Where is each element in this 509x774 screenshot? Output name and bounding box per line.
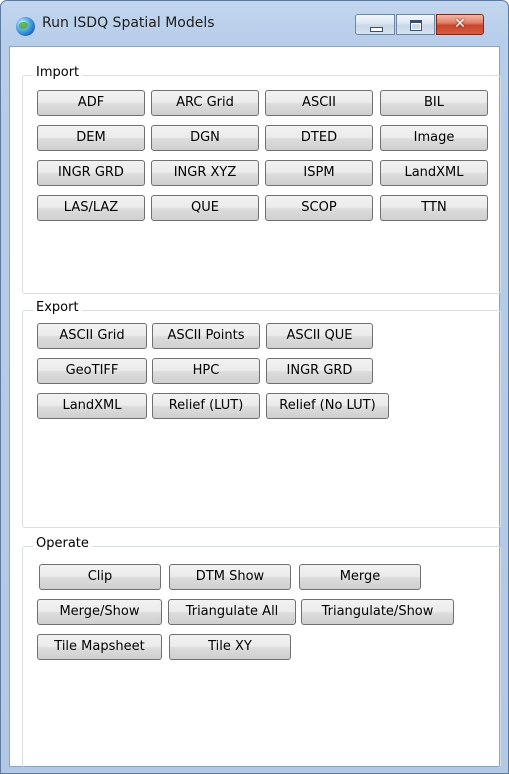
import-dgn-button[interactable]: DGN xyxy=(151,125,259,151)
import-image-button[interactable]: Image xyxy=(380,125,488,151)
import-ispm-button[interactable]: ISPM xyxy=(265,160,373,186)
title-bar[interactable]: Run ISDQ Spatial Models ✕ xyxy=(1,1,508,46)
import-dted-button[interactable]: DTED xyxy=(265,125,373,151)
import-las-laz-button[interactable]: LAS/LAZ xyxy=(37,195,145,221)
import-ascii-button[interactable]: ASCII xyxy=(265,90,373,116)
import-group: Import ADF ARC Grid ASCII BIL DEM DGN DT… xyxy=(22,65,501,294)
export-ascii-grid-button[interactable]: ASCII Grid xyxy=(37,323,147,349)
operate-tile-mapsheet-button[interactable]: Tile Mapsheet xyxy=(37,634,162,660)
main-window: Run ISDQ Spatial Models ✕ Import ADF ARC… xyxy=(0,0,509,774)
export-geotiff-button[interactable]: GeoTIFF xyxy=(37,358,147,384)
operate-merge-show-button[interactable]: Merge/Show xyxy=(37,599,162,625)
operate-group-label: Operate xyxy=(33,536,92,551)
export-ascii-que-button[interactable]: ASCII QUE xyxy=(266,323,373,349)
import-dem-button[interactable]: DEM xyxy=(37,125,145,151)
import-group-label: Import xyxy=(33,65,83,80)
import-que-button[interactable]: QUE xyxy=(151,195,259,221)
operate-tile-xy-button[interactable]: Tile XY xyxy=(169,634,291,660)
import-scop-button[interactable]: SCOP xyxy=(265,195,373,221)
export-group: Export ASCII Grid ASCII Points ASCII QUE… xyxy=(22,300,501,528)
export-ascii-points-button[interactable]: ASCII Points xyxy=(152,323,260,349)
export-group-label: Export xyxy=(33,300,82,315)
import-bil-button[interactable]: BIL xyxy=(380,90,488,116)
minimize-icon xyxy=(370,27,383,32)
import-arc-grid-button[interactable]: ARC Grid xyxy=(151,90,259,116)
import-adf-button[interactable]: ADF xyxy=(37,90,145,116)
operate-group: Operate Clip DTM Show Merge Merge/Show T… xyxy=(22,536,501,768)
client-area: Import ADF ARC Grid ASCII BIL DEM DGN DT… xyxy=(9,46,501,768)
operate-merge-button[interactable]: Merge xyxy=(299,564,421,590)
export-ingr-grd-button[interactable]: INGR GRD xyxy=(266,358,373,384)
export-relief-no-lut-button[interactable]: Relief (No LUT) xyxy=(266,393,389,419)
import-landxml-button[interactable]: LandXML xyxy=(380,160,488,186)
close-button[interactable]: ✕ xyxy=(436,14,484,35)
export-relief-lut-button[interactable]: Relief (LUT) xyxy=(152,393,260,419)
operate-dtm-show-button[interactable]: DTM Show xyxy=(169,564,291,590)
export-hpc-button[interactable]: HPC xyxy=(152,358,260,384)
close-icon: ✕ xyxy=(454,16,466,32)
window-title: Run ISDQ Spatial Models xyxy=(42,15,215,31)
maximize-button[interactable] xyxy=(396,14,435,35)
maximize-icon xyxy=(410,20,422,31)
globe-app-icon xyxy=(16,17,35,36)
operate-triangulate-all-button[interactable]: Triangulate All xyxy=(168,599,296,625)
operate-triangulate-show-button[interactable]: Triangulate/Show xyxy=(301,599,454,625)
import-ingr-xyz-button[interactable]: INGR XYZ xyxy=(151,160,259,186)
operate-clip-button[interactable]: Clip xyxy=(39,564,161,590)
minimize-button[interactable] xyxy=(355,14,395,35)
import-ttn-button[interactable]: TTN xyxy=(380,195,488,221)
import-ingr-grd-button[interactable]: INGR GRD xyxy=(37,160,145,186)
export-landxml-button[interactable]: LandXML xyxy=(37,393,147,419)
